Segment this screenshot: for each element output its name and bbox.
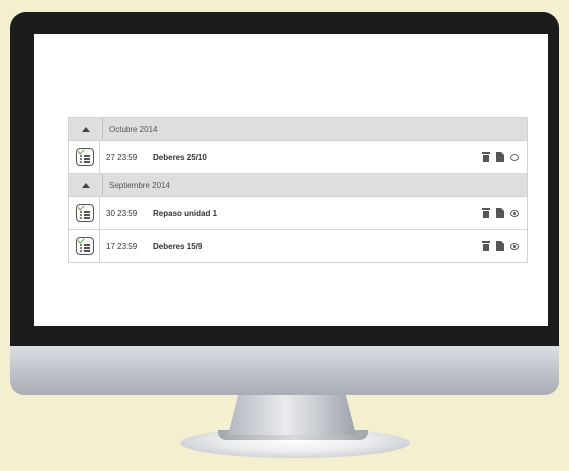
edit-icon[interactable]	[496, 208, 504, 218]
task-list-icon	[76, 203, 94, 222]
monitor-chin	[10, 346, 559, 395]
group-title: Septiembre 2014	[109, 180, 170, 190]
item-date: 27 23:59	[106, 152, 138, 162]
task-icon-cell	[71, 230, 100, 262]
edit-icon[interactable]	[496, 152, 504, 162]
edit-icon[interactable]	[496, 241, 504, 251]
list-item[interactable]: 17 23:59 Deberes 15/9	[69, 230, 527, 262]
row-actions	[482, 208, 519, 218]
group-header[interactable]: Septiembre 2014	[69, 174, 527, 197]
trash-icon[interactable]	[482, 241, 490, 251]
task-list-icon	[76, 236, 94, 255]
item-title[interactable]: Repaso unidad 1	[153, 209, 482, 218]
collapse-button[interactable]	[69, 118, 103, 140]
collapse-button[interactable]	[69, 174, 103, 196]
task-icon-cell	[71, 141, 100, 173]
monitor-stand	[228, 395, 356, 435]
trash-icon[interactable]	[482, 152, 490, 162]
task-list: Octubre 2014 27 23:59 Deberes 25/10 Sept…	[68, 117, 528, 263]
item-date: 30 23:59	[106, 208, 138, 218]
row-actions	[482, 241, 519, 251]
group-title: Octubre 2014	[109, 124, 158, 134]
row-actions	[482, 152, 519, 162]
eye-icon[interactable]	[510, 209, 519, 217]
list-item[interactable]: 30 23:59 Repaso unidad 1	[69, 197, 527, 230]
triangle-up-icon	[81, 126, 90, 132]
group-header[interactable]: Octubre 2014	[69, 118, 527, 141]
item-title[interactable]: Deberes 25/10	[153, 153, 482, 162]
eye-icon[interactable]	[510, 242, 519, 250]
item-date: 17 23:59	[106, 241, 138, 251]
eye-closed-icon[interactable]	[510, 153, 519, 161]
task-icon-cell	[71, 197, 100, 229]
list-item[interactable]: 27 23:59 Deberes 25/10	[69, 141, 527, 174]
item-title[interactable]: Deberes 15/9	[153, 242, 482, 251]
task-list-icon	[76, 147, 94, 166]
triangle-up-icon	[81, 182, 90, 188]
trash-icon[interactable]	[482, 208, 490, 218]
